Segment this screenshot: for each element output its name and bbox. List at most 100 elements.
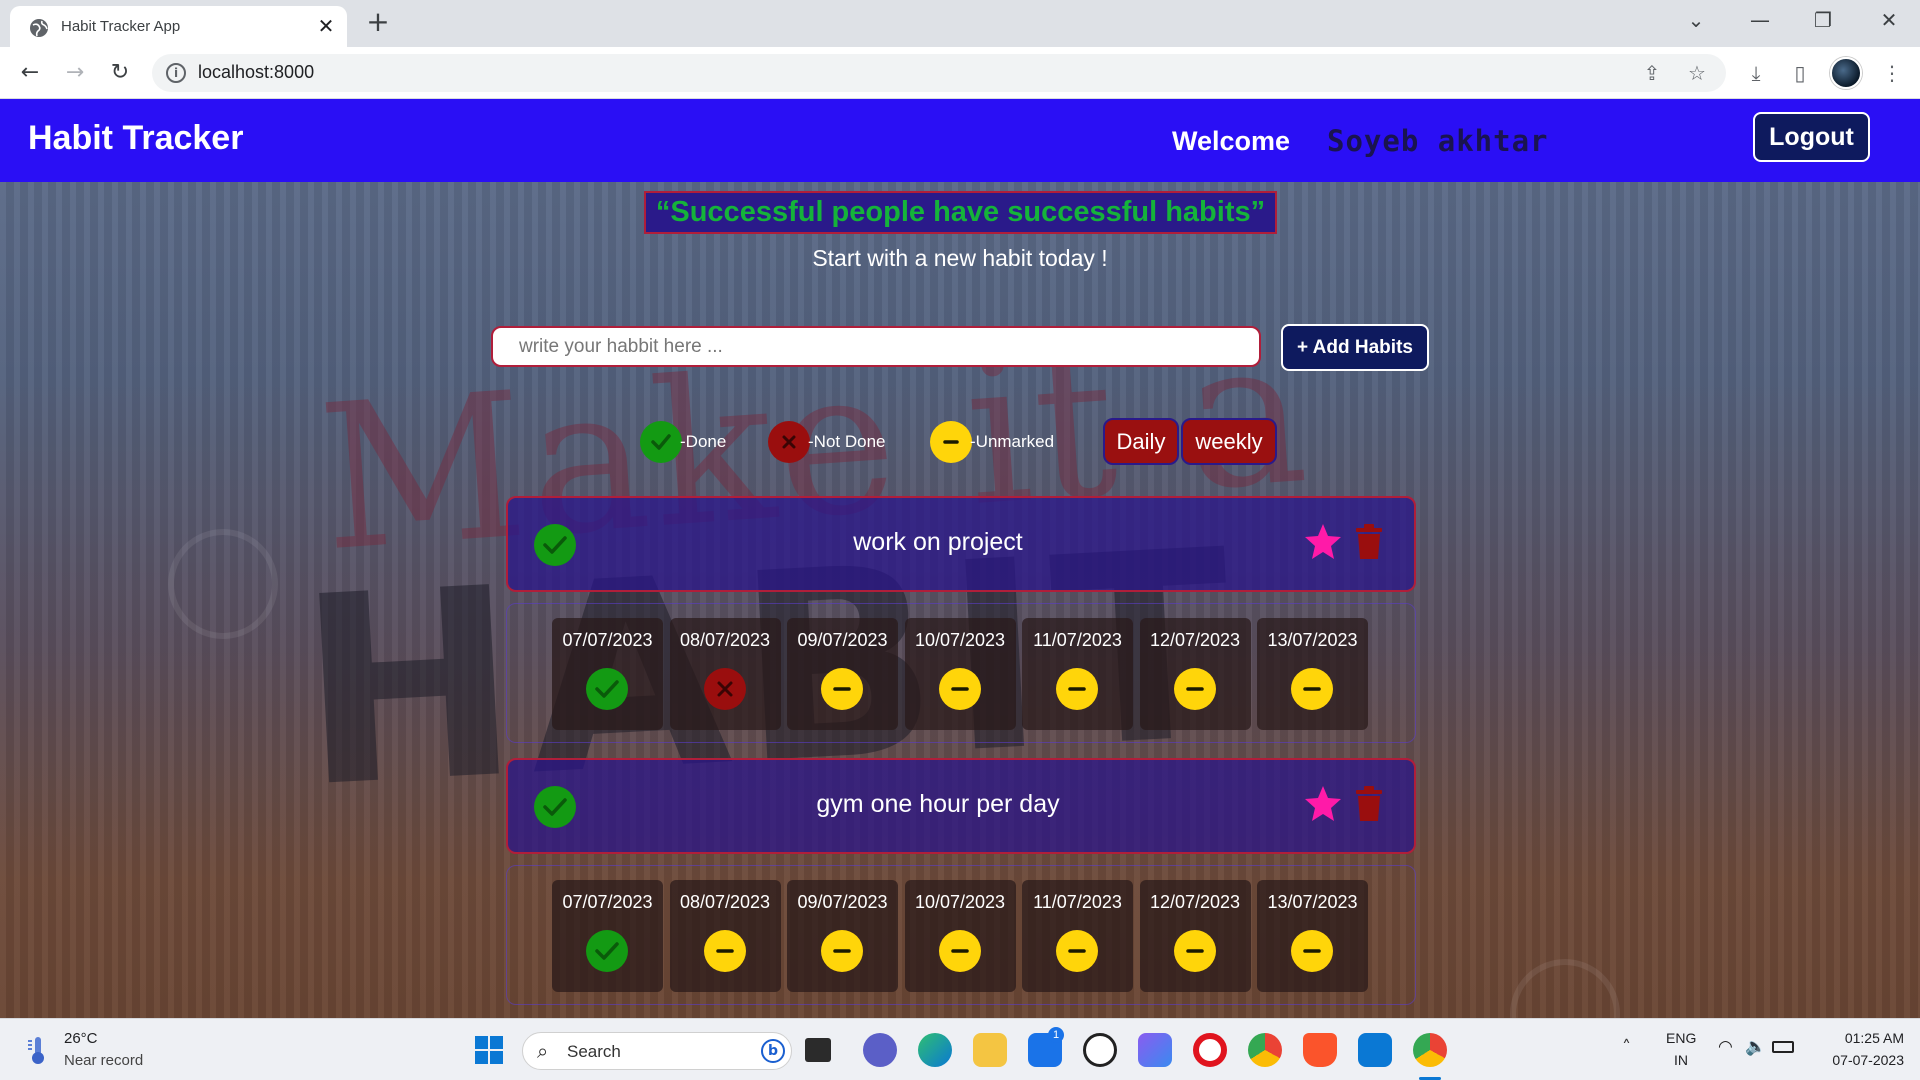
chrome-active-icon[interactable]	[1413, 1033, 1447, 1067]
dell-icon[interactable]	[1083, 1033, 1117, 1067]
daily-view-button[interactable]: Daily	[1103, 418, 1179, 465]
x-icon[interactable]	[703, 668, 746, 710]
search-icon: ⌕	[537, 1039, 549, 1063]
minus-icon[interactable]	[821, 930, 863, 972]
bing-icon[interactable]: b	[761, 1039, 785, 1063]
brave-icon[interactable]	[1303, 1033, 1337, 1067]
day-date: 09/07/2023	[797, 892, 888, 912]
habit-card[interactable]: work on project	[506, 496, 1416, 592]
windows-start-icon[interactable]	[472, 1033, 506, 1067]
download-icon[interactable]: ⤓	[1742, 59, 1770, 87]
minus-icon[interactable]	[938, 668, 981, 710]
wifi-icon[interactable]: ◠	[1718, 1037, 1733, 1057]
day-date: 13/07/2023	[1267, 630, 1358, 650]
day-tile: 07/07/2023	[552, 618, 663, 730]
legend-unmarked-label: -Unmarked	[970, 432, 1055, 451]
battery-icon[interactable]	[1772, 1041, 1794, 1053]
browser-tab[interactable]: Habit Tracker App ✕	[10, 6, 347, 47]
window-close-icon[interactable]: ✕	[1874, 8, 1904, 36]
day-tile: 08/07/2023	[669, 618, 781, 730]
x-icon	[768, 421, 810, 463]
chrome-icon[interactable]	[1248, 1033, 1282, 1067]
opera-icon[interactable]	[1193, 1033, 1227, 1067]
bookmark-star-icon[interactable]: ☆	[1683, 59, 1711, 87]
day-date: 09/07/2023	[797, 630, 888, 650]
day-date: 07/07/2023	[562, 630, 653, 650]
minimize-icon[interactable]: —	[1745, 8, 1775, 36]
address-bar[interactable]: i localhost:8000 ⇪ ☆	[152, 54, 1726, 92]
day-date: 12/07/2023	[1149, 892, 1241, 912]
app-brand[interactable]: Habit Tracker	[28, 119, 243, 158]
day-tile: 13/07/2023	[1257, 618, 1368, 730]
volume-icon[interactable]: 🔈	[1745, 1037, 1766, 1057]
habit-name: gym one hour per day	[816, 790, 1060, 818]
minus-icon[interactable]	[938, 930, 981, 972]
day-date: 08/07/2023	[679, 892, 771, 912]
day-tile: 10/07/2023	[904, 618, 1016, 730]
vscode-icon[interactable]	[1358, 1033, 1392, 1067]
day-date: 11/07/2023	[1033, 892, 1122, 912]
globe-icon	[30, 19, 48, 37]
star-icon[interactable]	[1303, 784, 1343, 824]
close-icon[interactable]: ✕	[315, 15, 337, 37]
reload-icon[interactable]: ↻	[106, 59, 134, 87]
weekly-view-button[interactable]: weekly	[1181, 418, 1277, 465]
minus-icon[interactable]	[703, 930, 746, 972]
share-icon[interactable]: ⇪	[1638, 59, 1666, 87]
url-text: localhost:8000	[198, 62, 315, 82]
teams-chat-icon[interactable]	[863, 1033, 897, 1067]
site-info-icon[interactable]: i	[166, 63, 186, 83]
menu-kebab-icon[interactable]: ⋮	[1878, 59, 1906, 87]
check-icon[interactable]	[586, 668, 628, 710]
day-tile: 07/07/2023	[552, 880, 663, 992]
minus-icon[interactable]	[1291, 668, 1333, 710]
page-viewport: Make it a HABIT Habit Tracker Welcome So…	[0, 99, 1920, 1018]
weather-temperature[interactable]: 26°C	[64, 1030, 98, 1047]
habit-card[interactable]: gym one hour per day	[506, 758, 1416, 854]
add-habit-button[interactable]: + Add Habits	[1281, 324, 1429, 371]
habit-name: work on project	[853, 528, 1023, 556]
file-explorer-icon[interactable]	[973, 1033, 1007, 1067]
side-panel-icon[interactable]: ▯	[1786, 59, 1814, 87]
day-tile: 11/07/2023	[1022, 618, 1133, 730]
taskbar-search[interactable]: ⌕ Search b	[522, 1032, 792, 1070]
minus-icon[interactable]	[1173, 668, 1216, 710]
check-icon[interactable]	[586, 930, 628, 972]
day-date: 10/07/2023	[914, 892, 1006, 912]
profile-avatar[interactable]	[1830, 57, 1862, 89]
browser-toolbar: ← → ↻ i localhost:8000 ⇪ ☆ ⤓ ▯ ⋮	[0, 47, 1920, 99]
browser-tabstrip: Habit Tracker App ✕ + ⌄ — ❐ ✕	[0, 0, 1920, 47]
habit-input[interactable]	[491, 326, 1261, 367]
chevron-up-icon[interactable]: ˄	[1622, 1037, 1631, 1058]
day-tile: 09/07/2023	[787, 618, 898, 730]
minus-icon[interactable]	[1056, 930, 1098, 972]
task-view-icon[interactable]	[805, 1038, 831, 1062]
edge-icon[interactable]	[918, 1033, 952, 1067]
taskbar-search-label: Search	[567, 1042, 621, 1061]
region-label[interactable]: IN	[1666, 1052, 1696, 1068]
clock-time[interactable]: 01:25 AM	[1812, 1030, 1904, 1046]
copilot-icon[interactable]	[1138, 1033, 1172, 1067]
minus-icon[interactable]	[1056, 668, 1098, 710]
minus-icon[interactable]	[1291, 930, 1333, 972]
back-icon[interactable]: ←	[16, 59, 44, 87]
day-tile: 11/07/2023	[1022, 880, 1133, 992]
restore-icon[interactable]: ❐	[1808, 8, 1838, 36]
weather-description[interactable]: Near record	[64, 1052, 143, 1069]
day-tile: 10/07/2023	[904, 880, 1016, 992]
minus-icon[interactable]	[1173, 930, 1216, 972]
app-navbar: Habit Tracker Welcome Soyeb akhtar Logou…	[0, 99, 1920, 182]
day-tile: 12/07/2023	[1139, 880, 1251, 992]
language-label[interactable]: ENG	[1666, 1030, 1696, 1046]
tab-search-chevron-icon[interactable]: ⌄	[1681, 8, 1711, 36]
star-icon[interactable]	[1303, 522, 1343, 562]
forward-icon[interactable]: →	[61, 59, 89, 87]
new-tab-icon[interactable]: +	[364, 8, 392, 37]
trash-icon[interactable]	[1354, 524, 1384, 560]
minus-icon[interactable]	[821, 668, 863, 710]
thermometer-icon[interactable]	[26, 1035, 50, 1065]
clock-date[interactable]: 07-07-2023	[1812, 1052, 1904, 1068]
day-tile: 12/07/2023	[1139, 618, 1251, 730]
trash-icon[interactable]	[1354, 786, 1384, 822]
logout-button[interactable]: Logout	[1753, 112, 1870, 162]
